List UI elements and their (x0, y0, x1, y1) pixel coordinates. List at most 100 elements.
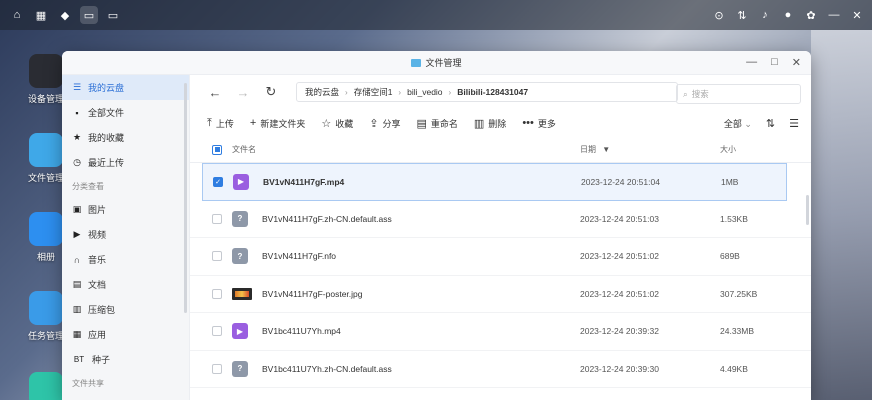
breadcrumb-current[interactable]: Bilibili-128431047 (457, 87, 528, 97)
rename-button[interactable]: ▤ 重命名 (416, 117, 457, 130)
toolbar: ⤒ 上传 + 新建文件夹 ☆ 收藏 ⇪ 分享 ▤ 重命名 ▥ 删除 ••• 更多… (190, 109, 811, 137)
select-all-checkbox[interactable] (212, 144, 222, 155)
more-button[interactable]: ••• 更多 (522, 117, 556, 130)
share-label: 分享 (382, 118, 401, 129)
sidebar-item-label: 种子 (92, 355, 111, 365)
trash-icon: ▥ (473, 117, 485, 130)
file-name: BV1vN411H7gF.nfo (262, 251, 337, 262)
new-folder-button[interactable]: + 新建文件夹 (250, 117, 305, 130)
upload-button[interactable]: ⤒ 上传 (207, 117, 234, 130)
close-desktop-icon[interactable]: ✕ (850, 9, 864, 22)
delete-button[interactable]: ▥ 删除 (474, 117, 506, 130)
maximize-icon[interactable]: □ (771, 56, 778, 69)
navigation-row: ← → ↻ 我的云盘 › 存储空间1 › bili_vedio › Bilibi… (190, 75, 811, 109)
user-icon[interactable]: ● (781, 9, 795, 21)
clock-icon: ◷ (73, 157, 81, 167)
table-row[interactable]: ? BV1bc411U7Yh.zh-CN.default.ass 2023-12… (190, 351, 811, 388)
main-content: ← → ↻ 我的云盘 › 存储空间1 › bili_vedio › Bilibi… (190, 75, 811, 400)
sidebar-item-recent[interactable]: ◷ 最近上传 (62, 150, 189, 175)
sidebar-item-apps[interactable]: ▦ 应用 (62, 322, 189, 347)
sidebar-item-my-cloud[interactable]: ☰ 我的云盘 (62, 75, 189, 100)
file-name: BV1bc411U7Yh.mp4 (262, 326, 341, 337)
app-icon (29, 372, 63, 400)
unknown-file-icon: ? (232, 210, 248, 227)
breadcrumb-item[interactable]: 存储空间1 (354, 86, 393, 98)
row-checkbox[interactable] (212, 288, 222, 299)
sidebar-item-documents[interactable]: ▤ 文档 (62, 272, 189, 297)
share-button[interactable]: ⇪ 分享 (369, 117, 400, 130)
image-thumbnail-icon (232, 287, 252, 300)
window-title: 文件管理 (425, 58, 462, 68)
table-row[interactable]: ▶ BV1bc411U7Yh.mp4 2023-12-24 20:39:32 2… (190, 313, 811, 351)
sidebar-item-label: 应用 (88, 330, 107, 340)
sidebar-item-favorites[interactable]: ★ 我的收藏 (62, 125, 189, 150)
settings-icon[interactable]: ✿ (804, 9, 818, 22)
file-manager-taskbar-icon[interactable]: ▭ (80, 6, 98, 24)
table-row[interactable]: ? BV1vN411H7gF.zh-CN.default.ass 2023-12… (190, 201, 811, 238)
bt-icon: BT (73, 355, 85, 364)
minimize-icon[interactable]: — (746, 56, 757, 69)
breadcrumb[interactable]: 我的云盘 › 存储空间1 › bili_vedio › Bilibili-128… (296, 82, 678, 102)
apps-grid-icon[interactable]: ▦ (32, 6, 50, 24)
sidebar-item-torrents[interactable]: BT 种子 (62, 347, 189, 372)
search-input[interactable]: ⌕ 搜索 (676, 84, 801, 104)
list-icon: ☰ (72, 82, 82, 92)
sidebar-item-label: 音乐 (88, 255, 107, 265)
sidebar-item-images[interactable]: ▣ 图片 (62, 197, 189, 222)
sort-icon[interactable]: ⇅ (766, 117, 775, 130)
row-checkbox[interactable] (212, 326, 222, 337)
image-icon: ▣ (72, 204, 82, 214)
header-date[interactable]: 日期 ▼ (580, 144, 610, 155)
sidebar-item-archives[interactable]: ▥ 压缩包 (62, 297, 189, 322)
row-checkbox[interactable] (212, 213, 222, 224)
folder-icon (411, 58, 422, 67)
header-size[interactable]: 大小 (720, 144, 736, 155)
video-file-icon: ▶ (232, 323, 248, 340)
row-checkbox[interactable] (212, 363, 222, 374)
header-name[interactable]: 文件名 (232, 144, 256, 155)
breadcrumb-item[interactable]: 我的云盘 (305, 86, 339, 98)
sidebar: ☰ 我的云盘 ▪ 全部文件 ★ 我的收藏 ◷ 最近上传 分类查看 ▣ 图片 ▶ … (62, 75, 190, 400)
sidebar-item-music[interactable]: ∩ 音乐 (62, 247, 189, 272)
chevron-down-icon: ⌄ (744, 118, 752, 129)
sidebar-item-all-files[interactable]: ▪ 全部文件 (62, 100, 189, 125)
window-taskbar-icon[interactable]: ▭ (104, 6, 122, 24)
back-icon[interactable]: ← (208, 85, 222, 100)
status-icon[interactable]: ⊙ (712, 9, 726, 22)
refresh-icon[interactable]: ↻ (264, 84, 278, 100)
scope-dropdown[interactable]: 全部 ⌄ (724, 117, 752, 130)
file-name: BV1vN411H7gF.mp4 (263, 176, 345, 187)
table-row[interactable]: ✓ ▶ BV1vN411H7gF.mp4 2023-12-24 20:51:04… (202, 163, 787, 201)
sidebar-scrollbar[interactable] (184, 83, 187, 313)
title-bar[interactable]: 文件管理 — □ ✕ (62, 51, 811, 75)
home-icon[interactable]: ⌂ (8, 6, 26, 24)
table-row[interactable]: BV1vN411H7gF-poster.jpg 2023-12-24 20:51… (190, 276, 811, 313)
close-icon[interactable]: ✕ (792, 56, 801, 69)
folder-icon (29, 133, 63, 167)
new-folder-label: 新建文件夹 (260, 118, 306, 129)
more-label: 更多 (537, 118, 556, 129)
rename-label: 重命名 (430, 118, 458, 129)
favorite-button[interactable]: ☆ 收藏 (321, 117, 353, 130)
device-manager-icon (29, 54, 63, 88)
tasks-icon[interactable]: ⇅ (735, 9, 749, 22)
row-checkbox[interactable] (212, 251, 222, 262)
row-checkbox[interactable]: ✓ (213, 176, 223, 187)
video-icon: ▶ (73, 229, 81, 239)
breadcrumb-item[interactable]: bili_vedio (407, 87, 442, 97)
sidebar-item-videos[interactable]: ▶ 视频 (62, 222, 189, 247)
sidebar-item-label: 视频 (88, 230, 107, 240)
bell-icon[interactable]: ♪ (758, 9, 772, 21)
forward-icon[interactable]: → (236, 85, 250, 100)
file-size: 1.53KB (720, 213, 748, 224)
file-list-scrollbar[interactable] (806, 195, 809, 225)
list-view-icon[interactable]: ☰ (789, 117, 799, 130)
docker-icon[interactable]: ◆ (56, 6, 74, 24)
file-size: 24.33MB (720, 326, 755, 337)
delete-label: 删除 (488, 118, 507, 129)
file-date: 2023-12-24 20:39:32 (580, 326, 659, 337)
file-date: 2023-12-24 20:51:04 (581, 176, 660, 187)
table-row[interactable]: ? BV1vN411H7gF.nfo 2023-12-24 20:51:02 6… (190, 238, 811, 276)
sidebar-item-label: 文档 (88, 280, 107, 290)
minimize-desktop-icon[interactable]: — (827, 9, 841, 21)
